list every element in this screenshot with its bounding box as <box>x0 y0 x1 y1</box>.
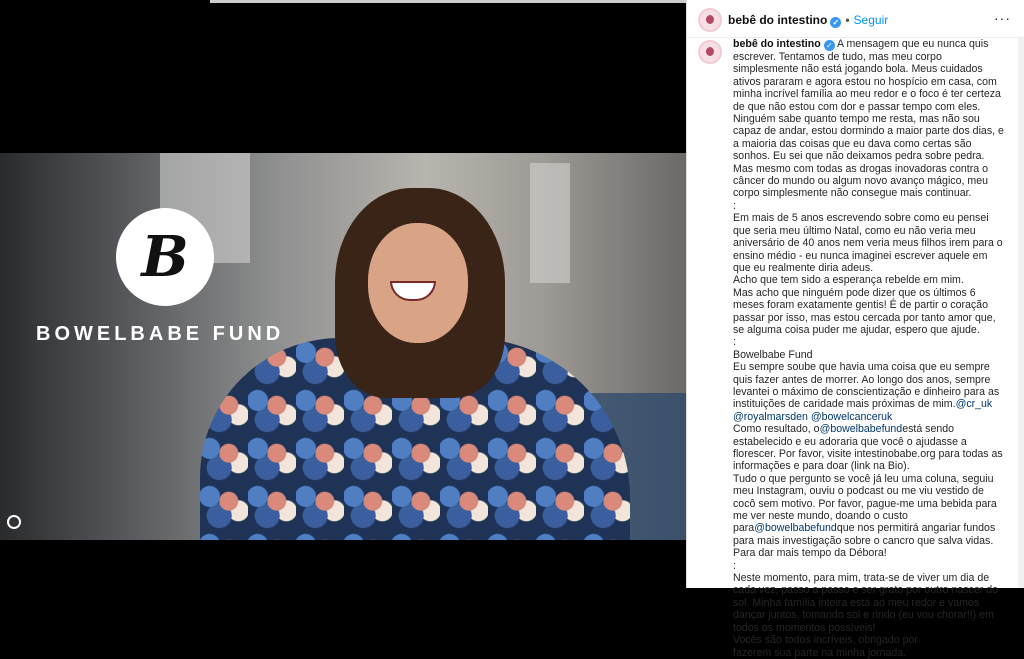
caption-intro: bebê do intestino ✓ A mensagem que eu nun… <box>733 38 1007 200</box>
post-side-panel: bebê do intestino ✓ • Seguir ··· bebê do in… <box>686 0 1024 659</box>
caption-paragraph: Como resultado, o@bowelbabefundestá send… <box>733 423 1006 473</box>
caption-paragraph: Em mais de 5 anos escrevendo sobre como … <box>733 212 1006 274</box>
bowelbabe-logo: B <box>116 208 214 306</box>
post-header: bebê do intestino ✓ • Seguir ··· <box>687 0 1024 38</box>
caption-scrollbar[interactable] <box>1018 38 1024 588</box>
verified-icon: ✓ <box>830 17 842 28</box>
caption-separator: : <box>733 336 736 349</box>
caption-avatar[interactable] <box>698 40 722 64</box>
caption-paragraph: Mas acho que ninguém pode dizer que os ú… <box>733 286 999 336</box>
caption-paragraph: Eu sempre soube que havia uma coisa que … <box>733 361 1003 423</box>
caption-username[interactable]: bebê do intestino <box>733 38 821 50</box>
caption-fund-title: Bowelbabe Fund <box>733 348 813 361</box>
post-media[interactable]: B BOWELBABE FUND <box>0 153 686 540</box>
caption-paragraph: Tudo o que pergunto se você já leu uma c… <box>733 472 1000 560</box>
caption-paragraph: Vocês são todos incríveis, obrigado por <box>733 634 918 647</box>
mention-link[interactable]: @bowelbabefund <box>820 423 903 435</box>
verified-icon: ✓ <box>823 40 835 51</box>
author-username[interactable]: bebê do intestino <box>728 13 827 27</box>
mention-link[interactable]: @royalmarsden <box>733 411 808 423</box>
more-options-icon[interactable]: ··· <box>994 10 1011 26</box>
profile-avatar[interactable] <box>698 8 722 32</box>
caption-separator: : <box>733 559 736 572</box>
mention-link[interactable]: @bowelcanceruk <box>811 411 892 423</box>
caption-paragraph: fazerem sua parte na minha jornada. <box>733 646 907 659</box>
mention-link[interactable]: @bowelbabefund <box>754 522 837 534</box>
progress-line <box>210 0 686 3</box>
mention-link[interactable]: @cr_uk <box>956 398 993 410</box>
post-caption: bebê do intestino ✓ A mensagem que eu nun… <box>733 38 1005 659</box>
brand-text: BOWELBABE FUND <box>36 323 285 345</box>
follow-button[interactable]: Seguir <box>854 13 889 27</box>
post-author: bebê do intestino ✓ • Seguir <box>728 13 888 28</box>
separator-dot: • <box>845 13 850 27</box>
tagged-user-icon[interactable] <box>7 515 21 529</box>
top-bar <box>0 0 686 6</box>
caption-paragraph: Acho que tem sido a esperança rebelde em… <box>733 274 964 287</box>
background-window <box>530 163 570 283</box>
caption-paragraph: Neste momento, para mim, trata-se de viv… <box>733 572 1001 634</box>
caption-separator: : <box>733 199 736 212</box>
